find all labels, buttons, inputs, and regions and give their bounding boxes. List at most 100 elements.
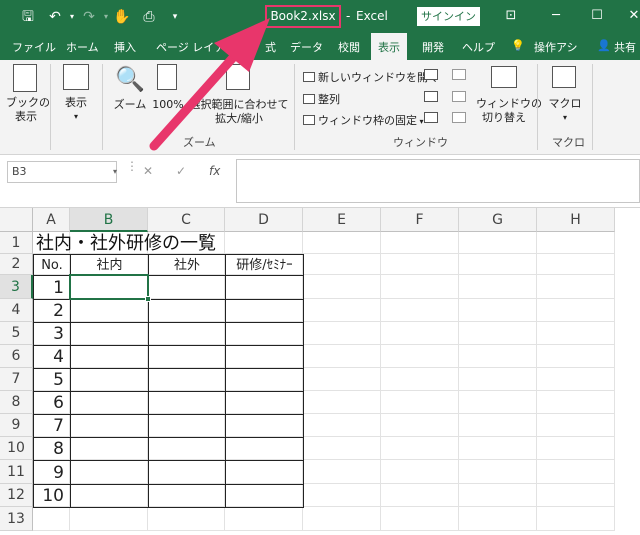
table-cell[interactable] — [70, 414, 149, 438]
reset-window-position-icon[interactable] — [452, 112, 466, 123]
row-header-6[interactable]: 6 — [0, 345, 33, 368]
tab-review[interactable]: 校閲 — [338, 39, 360, 55]
cell-h1[interactable] — [537, 232, 615, 254]
table-number-cell[interactable]: 9 — [33, 460, 71, 485]
cell-g8[interactable] — [459, 391, 537, 414]
table-cell[interactable] — [225, 368, 304, 392]
cell-e1[interactable] — [303, 232, 381, 254]
zoom-button[interactable]: 🔍 ズーム — [110, 64, 150, 112]
zoom-100-button[interactable]: 100% — [151, 64, 185, 112]
table-cell[interactable] — [225, 414, 304, 438]
table-cell[interactable] — [148, 299, 226, 323]
table-header-cell[interactable]: 研修/ｾﾐﾅｰ — [225, 254, 304, 276]
table-header-cell[interactable]: 社内 — [70, 254, 149, 276]
tab-page-layout[interactable]: ページ レイアウト — [156, 39, 247, 55]
cell-h13[interactable] — [537, 507, 615, 531]
cell-h2[interactable] — [537, 254, 615, 275]
cell-a13[interactable] — [33, 507, 70, 531]
cell-g10[interactable] — [459, 437, 537, 460]
table-header-cell[interactable]: 社外 — [148, 254, 226, 276]
row-header-11[interactable]: 11 — [0, 460, 33, 484]
cell-h12[interactable] — [537, 484, 615, 507]
cell-e5[interactable] — [303, 322, 381, 345]
name-box-dropdown-icon[interactable]: ▾ — [113, 162, 117, 182]
table-cell[interactable] — [148, 414, 226, 438]
table-cell[interactable] — [70, 437, 149, 461]
tab-view[interactable]: 表示 — [371, 33, 407, 60]
lightbulb-icon[interactable]: 💡 — [511, 39, 525, 52]
cell-f6[interactable] — [381, 345, 459, 368]
cell-h6[interactable] — [537, 345, 615, 368]
column-header-c[interactable]: C — [148, 208, 225, 232]
table-number-cell[interactable]: 6 — [33, 391, 71, 415]
cell-f12[interactable] — [381, 484, 459, 507]
cell-e10[interactable] — [303, 437, 381, 460]
table-cell[interactable] — [225, 345, 304, 369]
table-cell[interactable] — [70, 391, 149, 415]
row-header-13[interactable]: 13 — [0, 507, 33, 531]
unhide-icon[interactable] — [424, 112, 438, 123]
tab-file[interactable]: ファイル — [12, 39, 56, 55]
tab-formulas[interactable]: 式 — [265, 39, 276, 55]
cell-f2[interactable] — [381, 254, 459, 275]
zoom-to-selection-button[interactable]: 選択範囲に合わせて 拡大/縮小 — [188, 64, 290, 126]
minimize-icon[interactable]: ─ — [546, 6, 566, 26]
cell-g1[interactable] — [459, 232, 537, 254]
show-button[interactable]: 表示 ▾ — [57, 64, 95, 124]
tab-tell-me[interactable]: 操作アシ — [534, 39, 578, 55]
table-cell[interactable] — [225, 460, 304, 485]
row-header-10[interactable]: 10 — [0, 437, 33, 460]
table-cell[interactable] — [148, 345, 226, 369]
cell-g13[interactable] — [459, 507, 537, 531]
insert-function-icon[interactable]: fx — [209, 164, 220, 178]
undo-icon[interactable]: ↶ — [46, 8, 64, 26]
table-number-cell[interactable]: 3 — [33, 322, 71, 346]
row-header-5[interactable]: 5 — [0, 322, 33, 345]
table-number-cell[interactable]: 8 — [33, 437, 71, 461]
cell-e7[interactable] — [303, 368, 381, 391]
split-icon[interactable] — [424, 69, 438, 80]
cell-g12[interactable] — [459, 484, 537, 507]
table-number-cell[interactable]: 2 — [33, 299, 71, 323]
view-side-by-side-icon[interactable] — [452, 69, 466, 80]
cell-h9[interactable] — [537, 414, 615, 437]
row-header-12[interactable]: 12 — [0, 484, 33, 507]
table-cell[interactable] — [148, 437, 226, 461]
cell-h10[interactable] — [537, 437, 615, 460]
column-header-b[interactable]: B — [70, 208, 148, 232]
cell-b13[interactable] — [70, 507, 148, 531]
table-cell[interactable] — [225, 484, 304, 508]
close-icon[interactable]: ✕ — [624, 6, 640, 26]
cell-g4[interactable] — [459, 299, 537, 322]
cell-c13[interactable] — [148, 507, 225, 531]
column-header-f[interactable]: F — [381, 208, 459, 232]
book-view-button[interactable]: ブックの 表示 — [6, 64, 50, 124]
table-number-cell[interactable]: 7 — [33, 414, 71, 438]
table-cell[interactable] — [70, 299, 149, 323]
cell-f13[interactable] — [381, 507, 459, 531]
tab-home[interactable]: ホーム — [66, 39, 99, 55]
table-cell[interactable] — [70, 484, 149, 508]
cell-e12[interactable] — [303, 484, 381, 507]
row-header-7[interactable]: 7 — [0, 368, 33, 391]
row-header-4[interactable]: 4 — [0, 299, 33, 322]
cell-h7[interactable] — [537, 368, 615, 391]
cell-h11[interactable] — [537, 460, 615, 484]
cell-d1[interactable] — [225, 232, 303, 254]
cell-e3[interactable] — [303, 275, 381, 299]
cell-e9[interactable] — [303, 414, 381, 437]
cell-h3[interactable] — [537, 275, 615, 299]
table-cell[interactable] — [70, 345, 149, 369]
tab-insert[interactable]: 挿入 — [114, 39, 136, 55]
row-header-2[interactable]: 2 — [0, 254, 33, 275]
print-preview-icon[interactable]: ⎙ — [140, 8, 158, 26]
freeze-panes-button[interactable]: ウィンドウ枠の固定 ▾ — [303, 112, 424, 128]
customize-qat-icon[interactable]: ▾ — [166, 8, 184, 26]
cell-d13[interactable] — [225, 507, 303, 531]
fill-handle[interactable] — [145, 296, 151, 302]
cell-e4[interactable] — [303, 299, 381, 322]
cancel-icon[interactable]: ✕ — [143, 164, 153, 178]
cell-f5[interactable] — [381, 322, 459, 345]
cell-g6[interactable] — [459, 345, 537, 368]
user-icon[interactable]: 👤 — [597, 39, 611, 52]
